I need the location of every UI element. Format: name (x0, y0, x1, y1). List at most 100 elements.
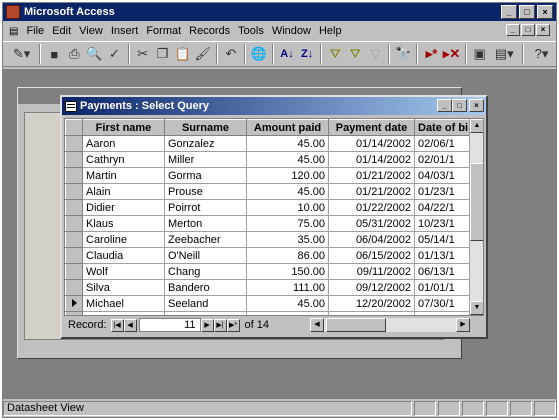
table-cell[interactable]: 05/31/2002 (328, 215, 415, 232)
payments-query-window[interactable]: Payments : Select Query _ □ × First name… (60, 95, 488, 339)
table-cell[interactable]: 35.00 (246, 231, 329, 248)
column-header[interactable]: Payment date (328, 119, 415, 136)
design-view-icon[interactable]: ✎▾ (7, 43, 36, 65)
record-selector[interactable] (65, 183, 83, 200)
table-row[interactable]: Didier Poirrot 10.00 01/22/2002 04/22/1 (65, 199, 475, 216)
delete-record-icon[interactable]: ▸✕ (442, 43, 462, 65)
sort-descending-icon[interactable]: Z↓ (297, 43, 317, 65)
filter-by-form-icon[interactable]: ⛛ (345, 43, 365, 65)
table-row[interactable]: Aaron Gonzalez 45.00 01/14/2002 02/06/1 (65, 135, 475, 152)
table-cell[interactable]: 45.00 (246, 295, 329, 312)
table-cell[interactable]: O'Neill (164, 247, 247, 264)
record-selector[interactable] (65, 247, 83, 264)
table-cell[interactable]: 07/30/1 (414, 311, 475, 315)
vertical-scrollbar[interactable]: ▲ ▼ (469, 119, 483, 315)
table-cell[interactable]: Seeland (164, 311, 247, 315)
table-cell[interactable]: 01/01/1 (414, 279, 475, 296)
menu-edit[interactable]: Edit (48, 25, 75, 37)
undo-icon[interactable]: ↶ (221, 43, 241, 65)
filter-by-selection-icon[interactable]: ⛛ (325, 43, 345, 65)
record-selector[interactable] (65, 135, 83, 152)
table-cell[interactable]: Gorma (164, 167, 247, 184)
query-window-title-bar[interactable]: Payments : Select Query _ □ × (62, 97, 486, 115)
table-cell[interactable]: Miller (164, 151, 247, 168)
scroll-down-button[interactable]: ▼ (470, 301, 483, 315)
table-cell[interactable]: Zeebacher (164, 231, 247, 248)
new-record-icon[interactable]: ▸* (421, 43, 441, 65)
table-cell[interactable]: 10.00 (246, 199, 329, 216)
cut-icon[interactable]: ✂ (133, 43, 153, 65)
table-row[interactable]: MichaelSeeland45.0001/02/200307/30/1 (65, 311, 475, 315)
record-selector[interactable] (65, 199, 83, 216)
table-cell[interactable]: 01/02/2003 (328, 311, 415, 315)
table-row[interactable]: Cathryn Miller 45.00 01/14/2002 02/01/1 (65, 151, 475, 168)
table-cell[interactable]: 10/23/1 (414, 215, 475, 232)
hyperlink-icon[interactable]: 🌐 (249, 43, 269, 65)
table-cell[interactable]: Martin (82, 167, 165, 184)
child-close-button[interactable]: × (536, 24, 550, 36)
table-cell[interactable]: Alain (82, 183, 165, 200)
column-header[interactable]: Amount paid (246, 119, 329, 136)
table-cell[interactable]: Klaus (82, 215, 165, 232)
table-cell[interactable]: 04/22/1 (414, 199, 475, 216)
column-header[interactable]: Date of bi (414, 119, 475, 136)
horizontal-scroll-thumb[interactable] (326, 318, 386, 332)
copy-icon[interactable]: ❐ (153, 43, 173, 65)
record-selector[interactable] (65, 295, 83, 312)
save-icon[interactable]: ■ (44, 43, 64, 65)
table-cell[interactable]: 01/21/2002 (328, 183, 415, 200)
query-close-button[interactable]: × (469, 99, 484, 112)
scroll-left-button[interactable]: ◀ (310, 318, 324, 332)
table-cell[interactable]: 120.00 (246, 167, 329, 184)
menu-tools[interactable]: Tools (234, 25, 268, 37)
table-cell[interactable]: 45.00 (246, 311, 329, 315)
help-icon[interactable]: ?▾ (527, 43, 556, 65)
menu-records[interactable]: Records (185, 25, 234, 37)
paste-icon[interactable]: 📋 (173, 43, 193, 65)
table-cell[interactable]: 04/03/1 (414, 167, 475, 184)
menu-insert[interactable]: Insert (107, 25, 143, 37)
table-row[interactable]: Caroline Zeebacher 35.00 06/04/2002 05/14/1 (65, 231, 475, 248)
vertical-scroll-thumb[interactable] (470, 163, 483, 241)
table-cell[interactable]: Caroline (82, 231, 165, 248)
new-record-nav-button[interactable]: ▶* (226, 318, 240, 332)
record-selector[interactable] (65, 311, 83, 315)
record-selector[interactable] (65, 231, 83, 248)
table-cell[interactable]: Michael (82, 295, 165, 312)
table-cell[interactable]: Seeland (164, 295, 247, 312)
first-record-button[interactable]: |◀ (110, 318, 124, 332)
sort-ascending-icon[interactable]: A↓ (277, 43, 297, 65)
minimize-button[interactable]: _ (501, 5, 517, 19)
close-button[interactable]: × (537, 5, 553, 19)
table-cell[interactable]: 45.00 (246, 151, 329, 168)
column-header[interactable]: First name (82, 119, 165, 136)
record-selector[interactable] (65, 263, 83, 280)
query-maximize-button[interactable]: □ (452, 99, 467, 112)
table-cell[interactable]: 111.00 (246, 279, 329, 296)
table-cell[interactable]: 06/15/2002 (328, 247, 415, 264)
query-minimize-button[interactable]: _ (437, 99, 452, 112)
table-row[interactable]: Michael Seeland 45.00 12/20/2002 07/30/1 (65, 295, 475, 312)
record-selector[interactable] (65, 151, 83, 168)
table-row[interactable]: Claudia O'Neill 86.00 06/15/2002 01/13/1 (65, 247, 475, 264)
table-cell[interactable]: 09/12/2002 (328, 279, 415, 296)
table-cell[interactable]: 45.00 (246, 183, 329, 200)
table-row[interactable]: Silva Bandero 111.00 09/12/2002 01/01/1 (65, 279, 475, 296)
table-cell[interactable]: Chang (164, 263, 247, 280)
table-cell[interactable]: 75.00 (246, 215, 329, 232)
table-cell[interactable]: 01/14/2002 (328, 151, 415, 168)
maximize-button[interactable]: □ (519, 5, 535, 19)
menu-file[interactable]: File (22, 25, 48, 37)
table-cell[interactable]: Cathryn (82, 151, 165, 168)
table-cell[interactable]: Aaron (82, 135, 165, 152)
table-cell[interactable]: Gonzalez (164, 135, 247, 152)
table-cell[interactable]: Merton (164, 215, 247, 232)
table-cell[interactable]: Claudia (82, 247, 165, 264)
table-row[interactable]: Klaus Merton 75.00 05/31/2002 10/23/1 (65, 215, 475, 232)
record-number-field[interactable]: 11 (138, 318, 201, 332)
find-icon[interactable]: 🔭 (393, 43, 413, 65)
scroll-up-button[interactable]: ▲ (470, 119, 483, 133)
apply-filter-icon[interactable]: ▽ (365, 43, 385, 65)
print-icon[interactable]: ⎙ (64, 43, 84, 65)
table-cell[interactable]: 01/13/1 (414, 247, 475, 264)
